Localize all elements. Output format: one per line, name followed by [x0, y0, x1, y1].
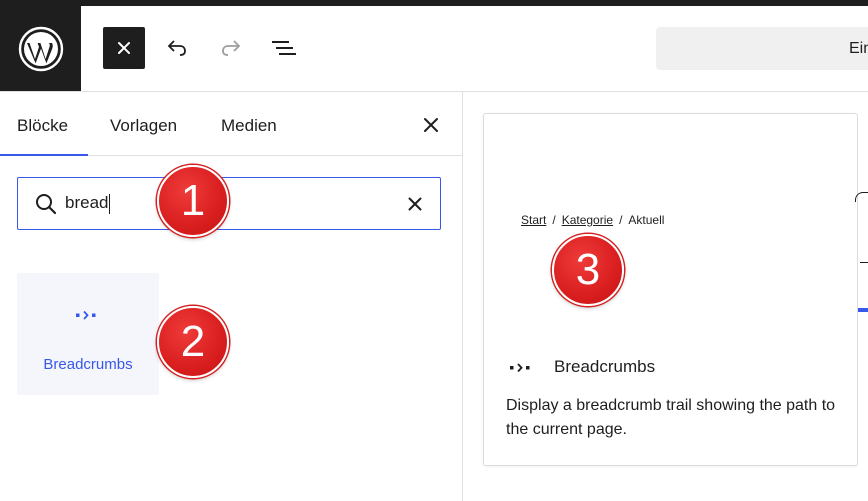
close-icon: [408, 197, 422, 211]
breadcrumb: Start / Kategorie / Aktuell: [521, 213, 664, 227]
breadcrumb-current: Aktuell: [628, 213, 665, 227]
list-view-button[interactable]: [263, 27, 305, 69]
breadcrumb-separator: /: [619, 213, 623, 227]
breadcrumbs-icon: [510, 363, 530, 373]
redo-icon: [222, 40, 241, 56]
annotation-marker-2: 2: [157, 306, 229, 378]
active-tab-indicator: [0, 154, 88, 156]
search-icon: [36, 194, 57, 215]
block-inserter-panel: Blöcke Vorlagen Medien bread Breadcrumbs: [0, 92, 463, 501]
close-inserter-button[interactable]: [103, 27, 145, 69]
list-view-icon: [272, 41, 296, 55]
inserter-tabs: Blöcke Vorlagen Medien: [0, 92, 462, 156]
annotation-marker-1: 1: [157, 165, 229, 237]
tab-patterns[interactable]: Vorlagen: [110, 116, 177, 136]
breadcrumb-start: Start: [521, 213, 547, 227]
preview-description: Display a breadcrumb trail showing the p…: [506, 397, 836, 438]
preview-title: Breadcrumbs: [554, 357, 656, 376]
search-input-value: bread: [65, 193, 109, 212]
editor-canvas-edge: [858, 92, 868, 501]
breadcrumbs-icon: [76, 310, 96, 320]
command-palette-button[interactable]: Ein: [656, 27, 868, 70]
close-icon: [424, 118, 438, 132]
undo-icon: [167, 40, 186, 56]
breadcrumb-separator: /: [552, 213, 556, 227]
close-icon: [118, 42, 130, 54]
canvas-content-fragment: [855, 192, 868, 202]
tab-media[interactable]: Medien: [221, 116, 277, 136]
block-preview-area: Start / Kategorie / Aktuell: [484, 114, 857, 329]
annotation-marker-3: 3: [552, 234, 624, 306]
editor-header: Ein: [0, 6, 868, 92]
block-result-label: Breadcrumbs: [43, 356, 133, 373]
block-search-box[interactable]: bread: [17, 177, 441, 230]
command-bar-text: Ein: [849, 40, 868, 57]
tab-blocks[interactable]: Blöcke: [17, 116, 68, 136]
redo-button[interactable]: [210, 27, 252, 69]
undo-button[interactable]: [156, 27, 198, 69]
text-cursor: [109, 193, 111, 214]
canvas-content-fragment: [860, 262, 868, 263]
close-panel-button[interactable]: [417, 111, 445, 139]
wordpress-logo-icon[interactable]: [0, 6, 81, 91]
clear-search-button[interactable]: [403, 192, 427, 216]
block-result-breadcrumbs[interactable]: Breadcrumbs: [17, 273, 159, 395]
block-preview-card: Start / Kategorie / Aktuell Breadcrumbs Disp…: [483, 113, 858, 466]
breadcrumb-category: Kategorie: [561, 213, 614, 227]
canvas-content-fragment: [858, 308, 868, 312]
